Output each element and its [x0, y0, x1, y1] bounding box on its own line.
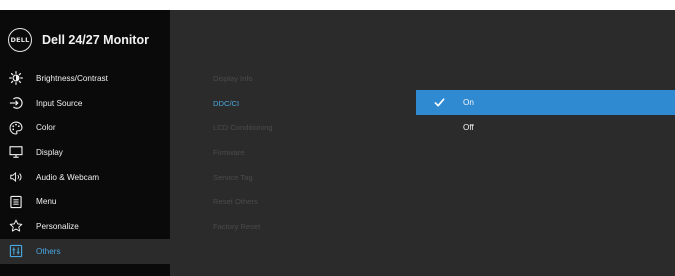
main-menu-panel: DELL Dell 24/27 Monitor Brightness/Contr… — [0, 10, 170, 276]
menu-item-label: Others — [36, 246, 61, 256]
submenu-item-service-tag[interactable]: Service Tag — [170, 165, 416, 190]
submenu-item-display-info[interactable]: Display Info — [170, 66, 416, 91]
option-label: On — [463, 97, 474, 107]
submenu: Display Info DDC/CI LCD Conditioning Fir… — [170, 66, 416, 239]
sun-icon — [8, 70, 24, 86]
palette-icon — [8, 120, 24, 136]
menu-item-brightness-contrast[interactable]: Brightness/Contrast — [0, 66, 170, 91]
main-menu: Brightness/Contrast Input Source Color D… — [0, 66, 170, 264]
logo-text: DELL — [10, 36, 30, 44]
menu-item-label: Color — [36, 123, 56, 133]
checkmark-icon — [416, 97, 463, 108]
dell-logo: DELL — [8, 28, 32, 52]
menu-list-icon — [8, 194, 24, 210]
option-on[interactable]: On — [416, 90, 675, 115]
menu-item-menu[interactable]: Menu — [0, 189, 170, 214]
osd-header: DELL Dell 24/27 Monitor — [8, 27, 149, 53]
menu-item-label: Brightness/Contrast — [36, 73, 108, 83]
menu-item-color[interactable]: Color — [0, 115, 170, 140]
menu-item-personalize[interactable]: Personalize — [0, 214, 170, 239]
menu-item-input-source[interactable]: Input Source — [0, 91, 170, 116]
menu-item-label: Personalize — [36, 221, 79, 231]
monitor-model-title: Dell 24/27 Monitor — [42, 33, 149, 47]
submenu-item-reset-others[interactable]: Reset Others — [170, 189, 416, 214]
menu-item-label: Menu — [36, 197, 57, 207]
menu-item-display[interactable]: Display — [0, 140, 170, 165]
speaker-icon — [8, 169, 24, 185]
option-off[interactable]: Off — [416, 115, 675, 140]
star-icon — [8, 218, 24, 234]
ddc-ci-options: On Off — [416, 90, 675, 139]
submenu-item-factory-reset[interactable]: Factory Reset — [170, 214, 416, 239]
input-source-icon — [8, 95, 24, 111]
submenu-item-ddc-ci[interactable]: DDC/CI — [170, 91, 416, 116]
menu-item-others[interactable]: Others — [0, 238, 170, 264]
others-icon — [8, 243, 24, 259]
submenu-item-firmware[interactable]: Firmware — [170, 140, 416, 165]
monitor-osd: DELL Dell 24/27 Monitor Brightness/Contr… — [0, 10, 675, 276]
option-label: Off — [463, 122, 474, 132]
submenu-item-lcd-conditioning[interactable]: LCD Conditioning — [170, 115, 416, 140]
menu-item-audio-webcam[interactable]: Audio & Webcam — [0, 165, 170, 190]
menu-item-label: Display — [36, 147, 63, 157]
menu-item-label: Input Source — [36, 98, 83, 108]
menu-item-label: Audio & Webcam — [36, 172, 100, 182]
monitor-icon — [8, 144, 24, 160]
